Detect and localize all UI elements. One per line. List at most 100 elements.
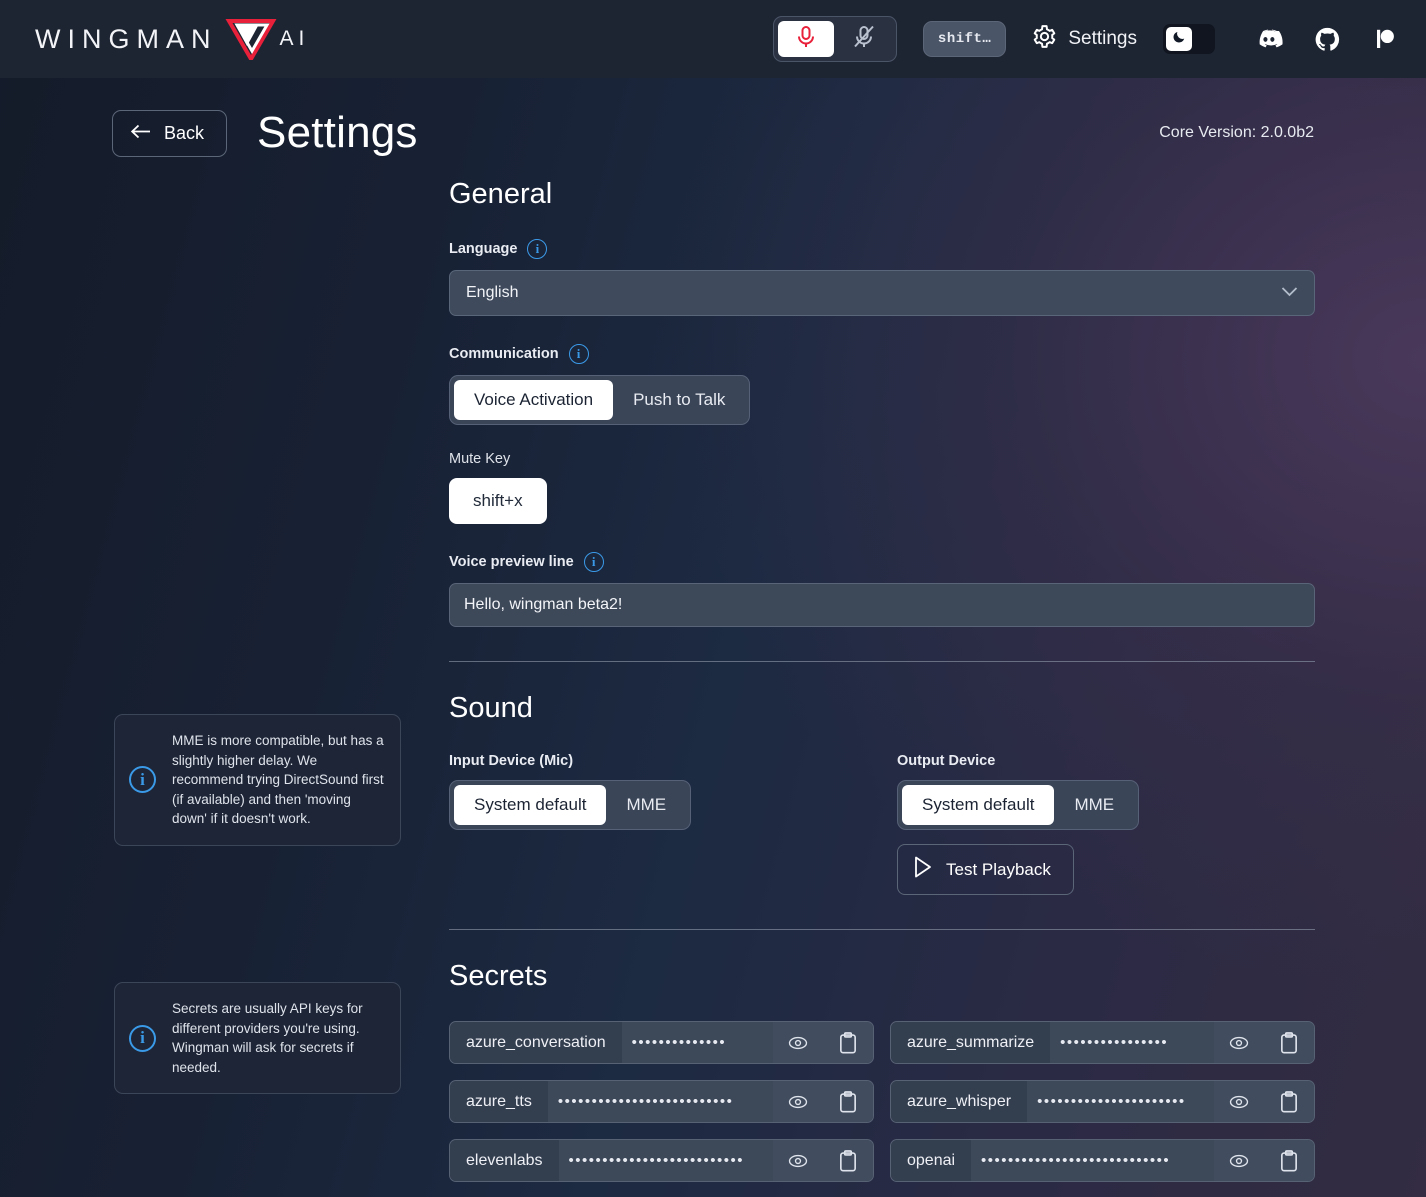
- secret-value[interactable]: ••••••••••••••••••••••: [1027, 1081, 1214, 1122]
- communication-option-push-to-talk[interactable]: Push to Talk: [613, 380, 745, 420]
- secret-name: azure_conversation: [450, 1022, 622, 1063]
- page-header: Back Settings Core Version: 2.0.0b2: [0, 108, 1426, 158]
- clipboard-icon: [840, 1149, 856, 1172]
- info-icon: i: [129, 766, 156, 794]
- section-divider-secrets: [449, 929, 1315, 930]
- voice-preview-input[interactable]: [449, 583, 1315, 627]
- voice-preview-label: Voice preview line: [449, 554, 574, 570]
- copy-secret-button[interactable]: [1264, 1081, 1314, 1122]
- github-icon[interactable]: [1315, 27, 1340, 52]
- mute-key-button[interactable]: shift+x: [449, 478, 547, 524]
- info-icon[interactable]: i: [568, 344, 589, 364]
- copy-secret-button[interactable]: [1264, 1022, 1314, 1063]
- microphone-icon: [795, 25, 817, 54]
- sound-columns: Input Device (Mic) System default MME Ou…: [449, 753, 1315, 895]
- output-device-option-mme[interactable]: MME: [1054, 785, 1134, 825]
- section-title-general: General: [449, 178, 553, 210]
- info-icon[interactable]: i: [527, 239, 548, 259]
- clipboard-icon: [840, 1090, 856, 1113]
- mic-toggle-group: [772, 16, 897, 62]
- theme-toggle[interactable]: [1163, 24, 1215, 54]
- test-playback-label: Test Playback: [946, 859, 1051, 879]
- eye-icon: [788, 1036, 808, 1049]
- secret-row-openai: openai ••••••••••••••••••••••••••••: [890, 1139, 1315, 1182]
- logo-text-ai: AI: [279, 27, 310, 50]
- info-icon[interactable]: i: [583, 552, 604, 572]
- info-card-mme-text: MME is more compatible, but has a slight…: [172, 733, 384, 827]
- language-label: Language: [449, 241, 518, 257]
- info-card-mme: i MME is more compatible, but has a slig…: [114, 714, 401, 846]
- eye-icon: [1229, 1036, 1249, 1049]
- secret-row-azure-tts: azure_tts ••••••••••••••••••••••••••: [449, 1080, 874, 1123]
- copy-secret-button[interactable]: [823, 1140, 873, 1181]
- patreon-icon[interactable]: [1372, 27, 1396, 51]
- secret-value[interactable]: ••••••••••••••: [622, 1022, 773, 1063]
- copy-secret-button[interactable]: [1264, 1140, 1314, 1181]
- logo-text-wingman: WINGMAN: [35, 23, 218, 54]
- settings-label: Settings: [1068, 28, 1137, 49]
- microphone-muted-icon: [852, 25, 876, 54]
- mute-key-label: Mute Key: [449, 451, 511, 467]
- back-button-label: Back: [164, 122, 205, 143]
- communication-label: Communication: [449, 346, 559, 362]
- secret-row-azure-summarize: azure_summarize ••••••••••••••••: [890, 1021, 1315, 1064]
- info-card-secrets: i Secrets are usually API keys for diffe…: [114, 982, 401, 1095]
- reveal-secret-button[interactable]: [1214, 1140, 1264, 1181]
- section-divider-sound: [449, 661, 1315, 662]
- input-device-option-mme[interactable]: MME: [606, 785, 686, 825]
- input-device-option-system-default[interactable]: System default: [454, 785, 607, 825]
- language-select-value: English: [466, 284, 519, 301]
- theme-toggle-knob: [1166, 27, 1192, 51]
- mic-off-button[interactable]: [836, 21, 892, 57]
- voice-preview-label-row: Voice preview line i: [449, 552, 1315, 572]
- back-button[interactable]: Back: [112, 109, 228, 157]
- communication-option-voice-activation[interactable]: Voice Activation: [454, 380, 614, 420]
- copy-secret-button[interactable]: [823, 1081, 873, 1122]
- secret-name: azure_whisper: [891, 1081, 1028, 1122]
- secret-value[interactable]: ••••••••••••••••••••••••••: [559, 1140, 774, 1181]
- output-device-toggle-group: System default MME: [897, 780, 1140, 830]
- social-links: [1257, 27, 1396, 52]
- mic-on-button[interactable]: [777, 21, 834, 57]
- topbar-actions: shift… Settings: [772, 16, 1396, 62]
- play-icon: [914, 856, 932, 883]
- communication-label-row: Communication i: [449, 344, 1315, 364]
- gear-icon: [1032, 24, 1057, 55]
- arrow-left-icon: [130, 123, 151, 144]
- language-label-row: Language i: [449, 239, 1315, 259]
- reveal-secret-button[interactable]: [773, 1140, 823, 1181]
- chevron-down-icon: [1281, 284, 1298, 302]
- secret-name: azure_summarize: [891, 1022, 1051, 1063]
- reveal-secret-button[interactable]: [773, 1081, 823, 1122]
- test-playback-button[interactable]: Test Playback: [897, 844, 1074, 895]
- copy-secret-button[interactable]: [823, 1022, 873, 1063]
- secret-row-elevenlabs: elevenlabs ••••••••••••••••••••••••••: [449, 1139, 874, 1182]
- discord-icon[interactable]: [1257, 29, 1283, 49]
- app-logo[interactable]: WINGMAN AI: [35, 18, 310, 63]
- secret-value[interactable]: ••••••••••••••••••••••••••••: [971, 1140, 1214, 1181]
- output-device-option-system-default[interactable]: System default: [902, 785, 1055, 825]
- language-select[interactable]: English: [449, 270, 1315, 316]
- clipboard-icon: [840, 1031, 856, 1054]
- eye-icon: [1229, 1154, 1249, 1167]
- output-device-label: Output Device: [897, 753, 996, 769]
- reveal-secret-button[interactable]: [1214, 1081, 1264, 1122]
- push-to-talk-key-badge[interactable]: shift…: [922, 21, 1007, 57]
- clipboard-icon: [1281, 1090, 1297, 1113]
- eye-icon: [788, 1154, 808, 1167]
- input-device-label: Input Device (Mic): [449, 753, 574, 769]
- secret-row-azure-conversation: azure_conversation ••••••••••••••: [449, 1021, 874, 1064]
- secret-value[interactable]: ••••••••••••••••: [1050, 1022, 1214, 1063]
- info-card-secrets-text: Secrets are usually API keys for differe…: [172, 1001, 363, 1075]
- top-bar: WINGMAN AI shift… Settings: [0, 0, 1426, 78]
- reveal-secret-button[interactable]: [773, 1022, 823, 1063]
- input-device-toggle-group: System default MME: [449, 780, 692, 830]
- secrets-grid: azure_conversation •••••••••••••• azure_…: [449, 1021, 1315, 1182]
- eye-icon: [1229, 1095, 1249, 1108]
- secret-value[interactable]: ••••••••••••••••••••••••••: [548, 1081, 773, 1122]
- secret-name: openai: [891, 1140, 972, 1181]
- settings-nav-button[interactable]: Settings: [1032, 24, 1137, 55]
- input-device-column: Input Device (Mic) System default MME: [449, 753, 897, 895]
- secret-name: elevenlabs: [450, 1140, 559, 1181]
- reveal-secret-button[interactable]: [1214, 1022, 1264, 1063]
